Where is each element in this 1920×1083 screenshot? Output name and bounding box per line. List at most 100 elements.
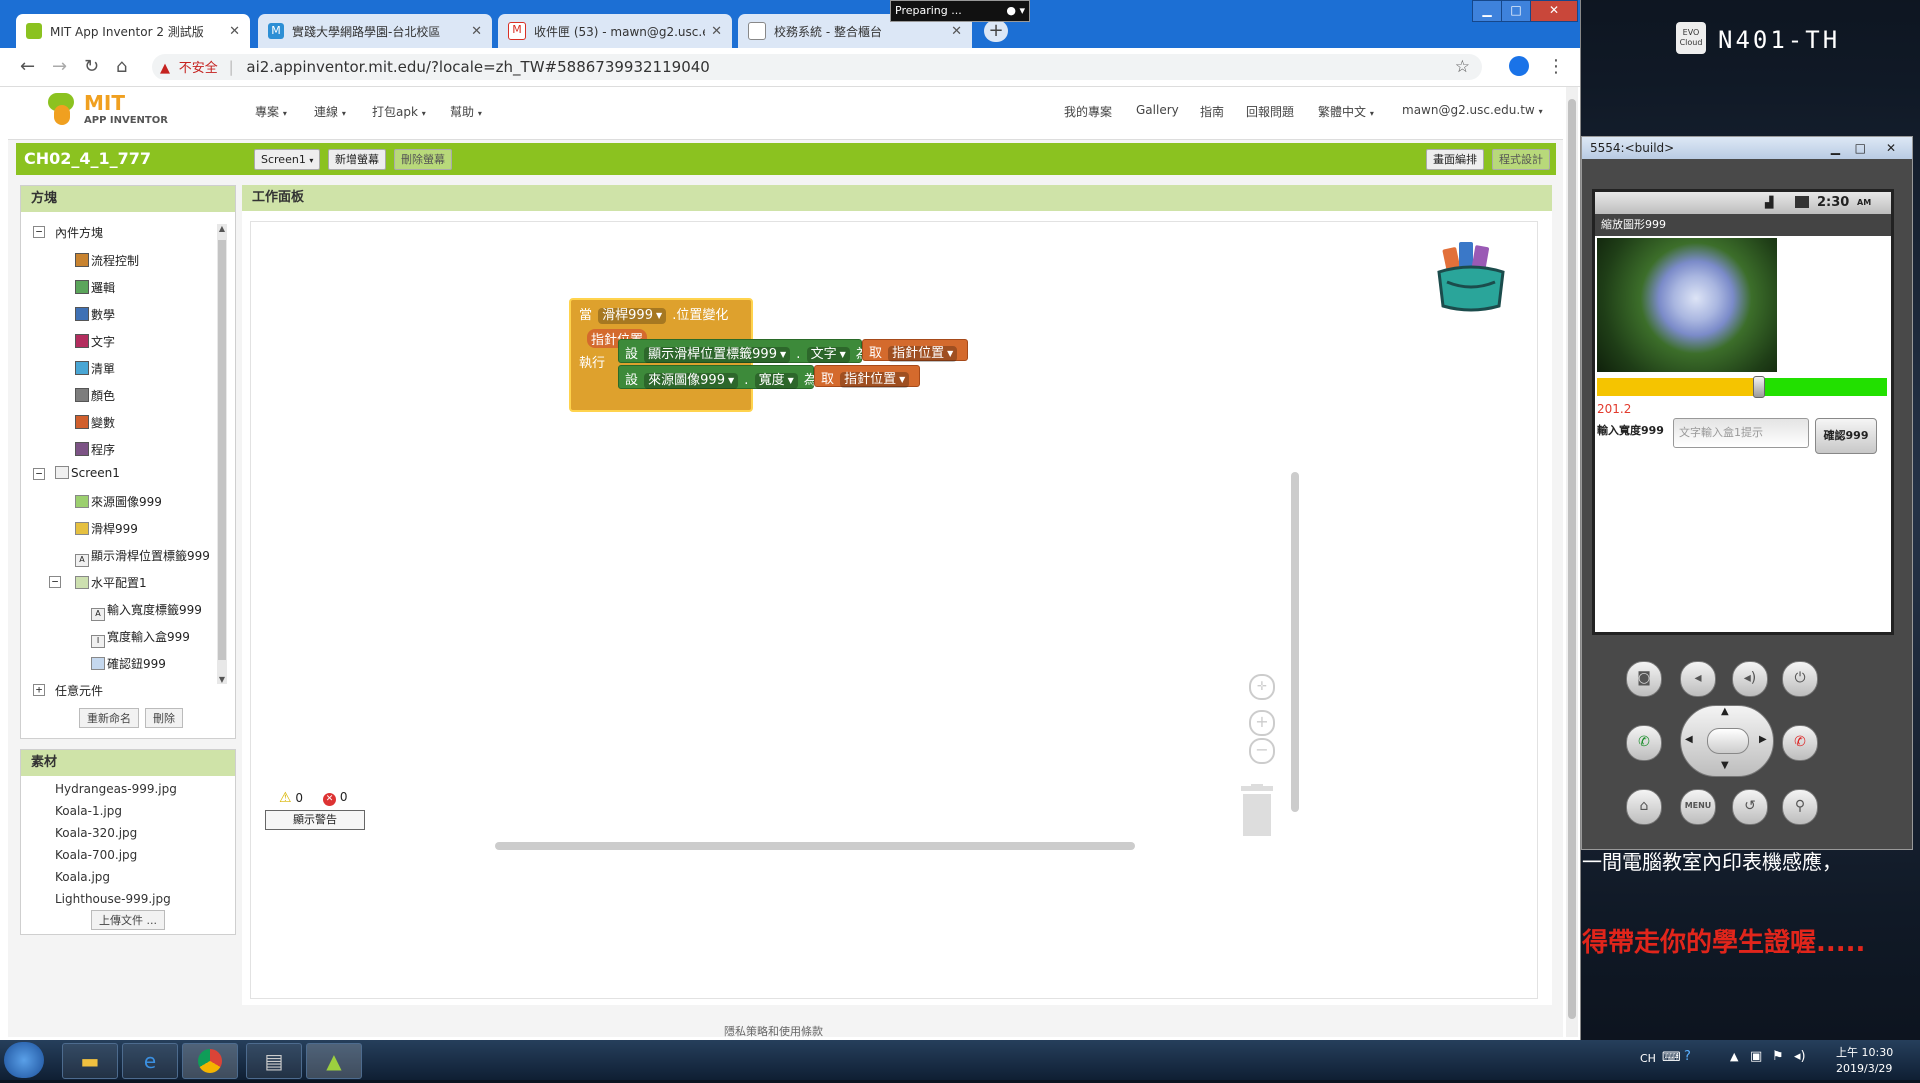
end-call-button-icon[interactable]: ✆ [1782, 725, 1818, 761]
home-button-icon[interactable]: ⌂ [1626, 789, 1662, 825]
workspace-vertical-scrollbar[interactable] [1291, 472, 1299, 812]
emulator-minimize-button[interactable]: ▁ [1831, 137, 1840, 159]
page-scroll-thumb[interactable] [1568, 99, 1576, 1019]
minimize-button[interactable]: ▁ [1472, 0, 1502, 22]
component-slider[interactable]: 滑桿999 [75, 520, 138, 537]
builtin-item-list[interactable]: 清單 [75, 360, 115, 377]
designer-button[interactable]: 畫面編排 [1426, 149, 1484, 170]
emulator-maximize-button[interactable]: □ [1855, 137, 1866, 159]
url-text[interactable]: ai2.appinventor.mit.edu/?locale=zh_TW#58… [246, 58, 709, 76]
close-window-button[interactable]: ✕ [1530, 0, 1578, 22]
search-button-icon[interactable]: ⚲ [1782, 789, 1818, 825]
add-screen-button[interactable]: 新增螢幕 [328, 149, 386, 170]
call-button-icon[interactable]: ✆ [1626, 725, 1662, 761]
link-my-projects[interactable]: 我的專案 [1064, 103, 1112, 120]
back-icon[interactable]: ← [20, 56, 35, 77]
tray-keyboard-icon[interactable]: ⌨ [1662, 1050, 1681, 1065]
tray-language[interactable]: CH [1640, 1052, 1656, 1065]
volume-down-button-icon[interactable]: ◂ [1680, 661, 1716, 697]
slider-thumb[interactable] [1753, 376, 1765, 398]
setter-component-dropdown[interactable]: 來源圖像999 ▼ [644, 373, 739, 389]
tray-help-icon[interactable]: ? [1684, 1049, 1691, 1064]
camera-button-icon[interactable]: ◙ [1626, 661, 1662, 697]
any-component-node[interactable]: 任意元件 [55, 682, 103, 699]
bookmark-star-icon[interactable]: ☆ [1455, 54, 1470, 80]
maximize-button[interactable]: □ [1501, 0, 1531, 22]
builtin-item-color[interactable]: 顏色 [75, 387, 115, 404]
workspace-horizontal-scrollbar[interactable] [495, 842, 1135, 850]
backpack-icon[interactable] [1431, 236, 1511, 316]
scroll-thumb[interactable] [218, 240, 226, 660]
tab-gmail[interactable]: M 收件匣 (53) - mawn@g2.usc.ed ✕ [498, 14, 732, 48]
home-icon[interactable]: ⌂ [116, 56, 127, 77]
menu-project[interactable]: 專案 ▾ [255, 103, 287, 120]
component-width-textbox[interactable]: I 寬度輸入盒999 [91, 628, 190, 648]
new-tab-button[interactable]: + [984, 20, 1008, 42]
asset-file[interactable]: Koala-700.jpg [55, 848, 137, 862]
delete-button[interactable]: 刪除 [145, 708, 183, 728]
setter-property-dropdown[interactable]: 文字 ▼ [806, 347, 850, 363]
collapse-arrangement-icon[interactable]: − [49, 576, 61, 588]
dpad-center[interactable] [1707, 728, 1749, 754]
tab-usc-elearning[interactable]: M 實踐大學網路學園-台北校區 ✕ [258, 14, 492, 48]
tray-flag-icon[interactable]: ⚑ [1772, 1049, 1784, 1064]
screen1-node[interactable]: Screen1 [55, 466, 120, 480]
collapse-builtin-icon[interactable]: − [33, 226, 45, 238]
setter-block-label-text[interactable]: 設 顯示滑桿位置標籤999▼ . 文字▼ 為 [618, 339, 869, 363]
close-tab-icon[interactable]: ✕ [711, 24, 722, 39]
tray-network-icon[interactable]: ▣ [1750, 1049, 1762, 1064]
screen-select[interactable]: Screen1 ▾ [254, 149, 321, 170]
forward-icon[interactable]: → [52, 56, 67, 77]
getter-variable-dropdown[interactable]: 指針位置 ▼ [840, 372, 910, 388]
clock-time[interactable]: 上午 10:30 [1836, 1044, 1893, 1060]
menu-kebab-icon[interactable]: ⋮ [1547, 56, 1565, 77]
event-component-dropdown[interactable]: 滑桿999 ▼ [598, 308, 667, 324]
asset-file[interactable]: Koala.jpg [55, 870, 110, 884]
dpad-left-icon[interactable]: ◀ [1685, 734, 1693, 745]
builtin-blocks-node[interactable]: 內件方塊 [55, 224, 103, 241]
getter-variable-dropdown[interactable]: 指針位置 ▼ [888, 346, 958, 362]
mit-logo-icon[interactable] [44, 89, 82, 129]
menu-help[interactable]: 幫助 ▾ [450, 103, 482, 120]
component-arrangement[interactable]: 水平配置1 [75, 574, 147, 591]
emulator-close-button[interactable]: ✕ [1886, 137, 1896, 159]
slider[interactable] [1597, 376, 1887, 398]
tree-scrollbar[interactable]: ▲ ▼ [217, 224, 227, 684]
component-width-label[interactable]: A 輸入寬度標籤999 [91, 601, 202, 621]
component-image[interactable]: 來源圖像999 [75, 493, 162, 510]
close-tab-icon[interactable]: ✕ [229, 24, 240, 39]
dpad-up-icon[interactable]: ▲ [1721, 706, 1729, 717]
rename-button[interactable]: 重新命名 [79, 708, 139, 728]
profile-avatar[interactable] [1509, 56, 1529, 76]
evo-cloud-icon[interactable]: EVO Cloud [1676, 22, 1706, 54]
asset-file[interactable]: Koala-320.jpg [55, 826, 137, 840]
android-emulator-icon[interactable]: ▲ [306, 1043, 362, 1079]
back-button-icon[interactable]: ↺ [1732, 789, 1768, 825]
scroll-up-icon[interactable]: ▲ [217, 224, 227, 233]
footer-privacy-link[interactable]: 隱私策略和使用條款 [724, 1023, 823, 1039]
warning-icon[interactable]: ▲ [160, 61, 170, 76]
link-guide[interactable]: 指南 [1200, 103, 1224, 120]
confirm-button[interactable]: 確認999 [1815, 418, 1877, 454]
internet-explorer-icon[interactable]: e [122, 1043, 178, 1079]
builtin-item-variables[interactable]: 變數 [75, 414, 115, 431]
dpad-down-icon[interactable]: ▼ [1721, 760, 1729, 771]
start-button-icon[interactable] [4, 1042, 44, 1078]
reload-icon[interactable]: ↻ [84, 56, 99, 77]
expand-any-component-icon[interactable]: + [33, 684, 45, 696]
close-tab-icon[interactable]: ✕ [471, 24, 482, 39]
builtin-item-text[interactable]: 文字 [75, 333, 115, 350]
builtin-item-control[interactable]: 流程控制 [75, 252, 139, 269]
remove-screen-button[interactable]: 刪除螢幕 [394, 149, 452, 170]
setter-block-image-width[interactable]: 設 來源圖像999 ▼ . 寬度 ▼ 為 [618, 365, 817, 389]
zoom-in-icon[interactable]: + [1249, 710, 1275, 736]
dpad[interactable]: ▲ ▼ ◀ ▶ [1680, 705, 1774, 777]
trash-icon[interactable] [1237, 784, 1277, 838]
tray-volume-icon[interactable]: ◂) [1794, 1049, 1806, 1064]
component-confirm-button[interactable]: 確認鈕999 [91, 655, 166, 672]
tab-app-inventor[interactable]: MIT App Inventor 2 測試版 ✕ [16, 14, 250, 48]
blocks-button[interactable]: 程式設計 [1492, 149, 1550, 170]
builtin-item-procedures[interactable]: 程序 [75, 441, 115, 458]
tray-show-hidden-icon[interactable]: ▲ [1730, 1050, 1738, 1063]
record-dropdown-icon[interactable]: ● ▾ [1006, 1, 1025, 21]
